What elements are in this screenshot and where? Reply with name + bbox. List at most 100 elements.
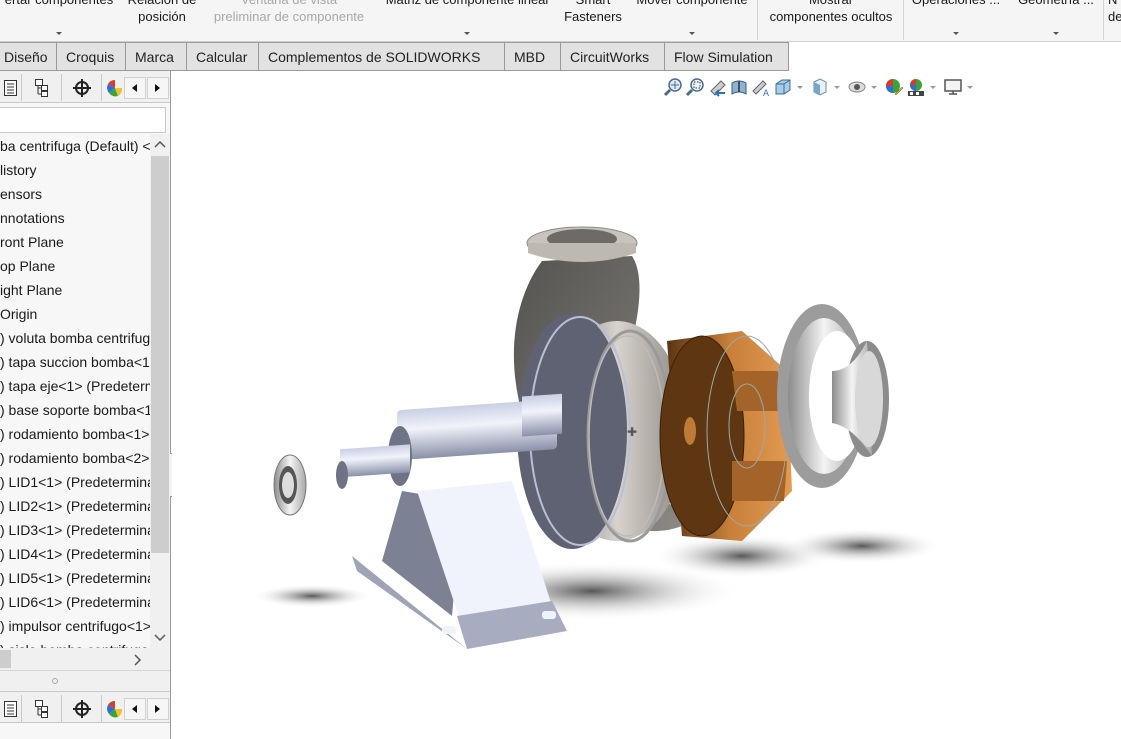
assembly-features-button[interactable]: Operaciones ... [908, 0, 1004, 39]
configuration-manager-icon [72, 699, 91, 718]
tab-scroll-left-button[interactable] [124, 77, 146, 99]
tree-item-component[interactable]: ) LID1<1> (Predeterminado) [0, 470, 150, 494]
reference-geometry-button[interactable]: Geometría ... [1010, 0, 1102, 39]
button-label: componentes ocultos [769, 9, 893, 24]
tab-croquis[interactable]: Croquis [57, 42, 126, 71]
insert-components-button[interactable]: ertar componentes [0, 0, 118, 39]
button-label: Mostrar [761, 0, 901, 8]
ribbon-divider [903, 0, 904, 40]
model-shadow [252, 584, 372, 608]
triangle-left-icon [132, 705, 137, 713]
tab-solidworks-addins[interactable]: Complementos de SOLIDWORKS [259, 42, 505, 71]
tree-item-component[interactable]: ) LID3<1> (Predeterminado) [0, 518, 150, 542]
graphics-area[interactable]: A ✚ [172, 71, 1121, 739]
tree-horizontal-scrollbar[interactable] [0, 648, 170, 670]
tab-calcular[interactable]: Calcular [187, 42, 259, 71]
button-label: N [1108, 0, 1121, 8]
chevron-down-icon[interactable] [953, 32, 959, 35]
feature-manager-tree-tab[interactable] [0, 695, 22, 722]
button-label: preliminar de componente [213, 9, 365, 24]
feature-manager-tree-tab[interactable] [0, 74, 22, 101]
tree-item-component[interactable]: ) tapa eje<1> (Predeterminado) [0, 374, 150, 398]
tree-item-component[interactable]: ) tapa succion bomba<1> [0, 350, 150, 374]
button-label: ertar componentes [0, 0, 118, 8]
display-manager-tab[interactable] [102, 74, 126, 101]
tab-scroll-right-button[interactable] [147, 698, 169, 720]
ribbon-divider [757, 0, 758, 40]
tree-filter-input[interactable] [0, 107, 166, 133]
command-manager-ribbon: ertar componentes Relación de posición V… [0, 0, 1121, 42]
property-manager-tab[interactable] [22, 74, 62, 101]
chevron-down-icon[interactable] [154, 634, 166, 642]
model-shadow [782, 528, 942, 564]
tree-item-front-plane[interactable]: ront Plane [0, 230, 64, 254]
impeller[interactable] [659, 331, 792, 541]
chevron-right-icon[interactable] [134, 654, 142, 666]
chevron-up-icon[interactable] [154, 140, 166, 148]
button-label: Fasteners [564, 9, 622, 24]
triangle-left-icon [132, 84, 137, 92]
mate-button[interactable]: Relación de posición [124, 0, 200, 39]
show-hidden-components-button[interactable]: Mostrar componentes ocultos [761, 0, 901, 39]
tree-item-component[interactable]: ) rodamiento bomba<2> [0, 446, 149, 470]
tree-item-component[interactable]: ) sisla bomba centrifuga [0, 638, 149, 648]
button-label: Geometría ... [1010, 0, 1102, 8]
bearing[interactable] [273, 454, 307, 516]
button-label: posición [138, 9, 186, 24]
button-label: Operaciones ... [908, 0, 1004, 8]
scrollbar-thumb[interactable] [151, 156, 169, 553]
panel-splitter[interactable] [0, 670, 170, 692]
configuration-manager-icon [72, 78, 91, 97]
tree-item-component[interactable]: ) LID2<1> (Predeterminado) [0, 494, 150, 518]
display-manager-tab[interactable] [102, 695, 126, 722]
tree-item-sensors[interactable]: ensors [0, 182, 42, 206]
configuration-manager-tab[interactable] [62, 74, 102, 101]
tree-item-component[interactable]: ) rodamiento bomba<1> [0, 422, 149, 446]
origin-marker-icon: ✚ [627, 425, 637, 439]
chevron-down-icon[interactable] [464, 32, 470, 35]
display-manager-icon [107, 79, 122, 96]
button-label: Mover componente [630, 0, 754, 8]
tree-item-origin[interactable]: Origin [0, 302, 37, 326]
tree-vertical-scrollbar[interactable] [150, 134, 170, 648]
chevron-down-icon[interactable] [689, 32, 695, 35]
tab-scroll-right-button[interactable] [147, 77, 169, 99]
tab-marca[interactable]: Marca [126, 42, 187, 71]
tree-item-component[interactable]: ) base soporte bomba<1> [0, 398, 150, 422]
pump-assembly-model[interactable]: ✚ [172, 71, 1121, 739]
chevron-down-icon[interactable] [56, 32, 62, 35]
tab-mbd[interactable]: MBD [505, 42, 561, 71]
new-motion-study-button[interactable]: N de [1108, 0, 1121, 39]
property-manager-tab[interactable] [22, 695, 62, 722]
linear-component-pattern-button[interactable]: Matriz de componente lineal [378, 0, 556, 39]
display-manager-icon [107, 700, 122, 717]
configuration-manager-tab[interactable] [62, 695, 102, 722]
splitter-handle-icon [52, 678, 58, 684]
tree-item-root-assembly[interactable]: ba centrifuga (Default) < [0, 134, 150, 158]
tree-item-top-plane[interactable]: op Plane [0, 254, 55, 278]
button-label: Relación de [124, 0, 200, 8]
tree-item-component[interactable]: ) impulsor centrifugo<1> [0, 614, 150, 638]
tree-item-right-plane[interactable]: ight Plane [0, 278, 62, 302]
tree-item-component[interactable]: ) LID6<1> (Predeterminado) [0, 590, 150, 614]
tab-circuitworks[interactable]: CircuitWorks [561, 42, 665, 71]
scrollbar-thumb[interactable] [0, 650, 11, 668]
tab-flow-simulation[interactable]: Flow Simulation [665, 42, 789, 71]
tab-diseno[interactable]: Diseño [0, 42, 57, 71]
button-label: de [1108, 9, 1121, 24]
tree-item-component[interactable]: ) voluta bomba centrifuga [0, 326, 150, 350]
component-preview-window-button[interactable]: Ventana de vista preliminar de component… [205, 0, 373, 39]
smart-fasteners-button[interactable]: Smart Fasteners [560, 0, 626, 39]
tree-item-component[interactable]: ) LID5<1> (Predeterminado) [0, 566, 150, 590]
tab-scroll-left-button[interactable] [124, 698, 146, 720]
tree-item-history[interactable]: listory [0, 158, 37, 182]
triangle-right-icon [155, 84, 160, 92]
feature-manager-panel: ba centrifuga (Default) < listory ensors… [0, 71, 171, 739]
command-manager-tabs: Diseño Croquis Marca Calcular Complement… [0, 42, 789, 71]
move-component-button[interactable]: Mover componente [630, 0, 754, 39]
chevron-down-icon[interactable] [1053, 32, 1059, 35]
tree-item-annotations[interactable]: nnotations [0, 206, 65, 230]
button-label: Matriz de componente lineal [378, 0, 556, 8]
feature-manager-tree-icon [3, 79, 17, 96]
tree-item-component[interactable]: ) LID4<1> (Predeterminado) [0, 542, 150, 566]
